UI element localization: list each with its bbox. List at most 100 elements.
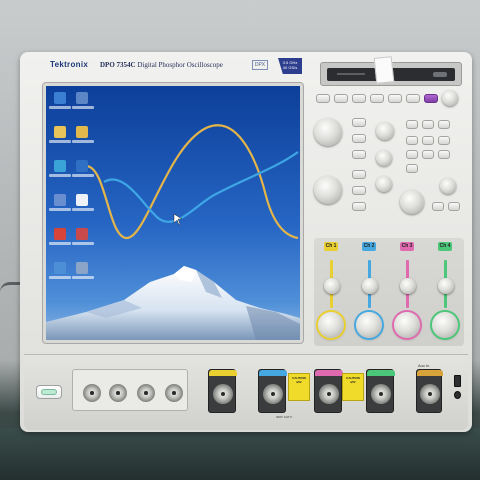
- icon-label: [49, 140, 71, 143]
- caution-label: CAUTION ≤5V: [288, 373, 310, 401]
- channel-4-bnc[interactable]: [371, 384, 391, 404]
- channel-3-input[interactable]: [314, 369, 343, 413]
- photo-scene: Tektronix DPO 7354C Digital Phosphor Osc…: [0, 0, 480, 480]
- folder-icon[interactable]: [76, 126, 88, 138]
- multipurpose-knob[interactable]: [442, 90, 458, 106]
- panel-button[interactable]: [448, 202, 460, 211]
- caution-value: ≤5V: [350, 379, 356, 384]
- network-icon[interactable]: [54, 160, 66, 172]
- spec-badge: 3.5 GHz 40 GS/s: [278, 58, 302, 74]
- icon-label: [49, 242, 71, 245]
- application-icon[interactable]: [76, 160, 88, 172]
- panel-button[interactable]: [352, 202, 366, 211]
- search-knob[interactable]: [376, 150, 392, 166]
- desktop-wallpaper: [46, 86, 300, 340]
- channel-2-input[interactable]: [258, 369, 287, 413]
- channel-2-color-band: [259, 370, 287, 376]
- application-icon[interactable]: [54, 228, 66, 240]
- highlighted-button[interactable]: [424, 94, 438, 103]
- panel-button[interactable]: [432, 202, 444, 211]
- drive-slot: [337, 73, 365, 75]
- channel-3-bnc[interactable]: [319, 384, 339, 404]
- panel-button[interactable]: [316, 94, 330, 103]
- channel-1-scale-knob[interactable]: [318, 312, 344, 338]
- icon-label: [49, 174, 71, 177]
- bnc-connector[interactable]: [109, 384, 127, 402]
- panel-button[interactable]: [352, 94, 366, 103]
- channel-4-scale-knob[interactable]: [432, 312, 458, 338]
- horizontal-position-knob[interactable]: [314, 118, 342, 146]
- panel-button[interactable]: [370, 94, 384, 103]
- usb-port[interactable]: [454, 375, 461, 387]
- control-panel: [312, 90, 466, 240]
- channel-1-button[interactable]: Ch 1: [324, 242, 338, 251]
- channel-1-input[interactable]: [208, 369, 237, 413]
- channel-2-position-knob[interactable]: [362, 278, 378, 294]
- channel-1-position-knob[interactable]: [324, 278, 340, 294]
- channel-3-scale-knob[interactable]: [394, 312, 420, 338]
- icon-label: [72, 106, 94, 109]
- channel-1-color-band: [209, 370, 237, 376]
- shortcut-icon[interactable]: [76, 228, 88, 240]
- channel-3-button[interactable]: Ch 3: [400, 242, 414, 251]
- panel-button[interactable]: [422, 120, 434, 129]
- panel-button[interactable]: [438, 120, 450, 129]
- model-number: DPO 7354C: [100, 61, 136, 69]
- keypad-button[interactable]: [438, 136, 450, 145]
- panel-button[interactable]: [352, 170, 366, 179]
- channel-2-bnc[interactable]: [263, 384, 283, 404]
- shortcut-icon[interactable]: [76, 262, 88, 274]
- computer-icon[interactable]: [54, 92, 66, 104]
- folder-icon[interactable]: [54, 126, 66, 138]
- trigger-level-knob[interactable]: [400, 190, 424, 214]
- channel-2-button[interactable]: Ch 2: [362, 242, 376, 251]
- paper-tag: [373, 56, 395, 84]
- horizontal-scale-knob[interactable]: [314, 176, 342, 204]
- recycle-bin-icon[interactable]: [54, 194, 66, 206]
- bnc-connector[interactable]: [137, 384, 155, 402]
- zoom-knob[interactable]: [376, 176, 392, 192]
- channel-3-position-knob[interactable]: [400, 278, 416, 294]
- panel-button[interactable]: [352, 150, 366, 159]
- panel-button[interactable]: [352, 134, 366, 143]
- panel-button[interactable]: [388, 94, 402, 103]
- panel-button[interactable]: [406, 120, 418, 129]
- power-button[interactable]: [36, 385, 62, 399]
- keypad-button[interactable]: [422, 150, 434, 159]
- bnc-connector[interactable]: [165, 384, 183, 402]
- display-screen[interactable]: [46, 86, 300, 340]
- document-icon[interactable]: [76, 92, 88, 104]
- keypad-button[interactable]: [406, 150, 418, 159]
- aux-input[interactable]: [416, 369, 443, 413]
- eject-button[interactable]: [433, 72, 447, 77]
- model-label: DPO 7354C Digital Phosphor Oscilloscope: [100, 61, 223, 69]
- text-file-icon[interactable]: [76, 194, 88, 206]
- bnc-connector[interactable]: [83, 384, 101, 402]
- panel-button[interactable]: [406, 94, 420, 103]
- channel-4-button[interactable]: Ch 4: [438, 242, 452, 251]
- keypad-button[interactable]: [422, 136, 434, 145]
- icon-label: [72, 242, 94, 245]
- icon-label: [72, 276, 94, 279]
- shortcut-icon[interactable]: [54, 262, 66, 274]
- aux-bnc[interactable]: [420, 384, 440, 404]
- panel-button[interactable]: [352, 118, 366, 127]
- power-led: [41, 389, 57, 395]
- panel-button[interactable]: [352, 186, 366, 195]
- acquisition-knob[interactable]: [440, 178, 456, 194]
- optical-drive[interactable]: [320, 56, 462, 86]
- keypad-button[interactable]: [406, 164, 418, 173]
- keypad-button[interactable]: [438, 150, 450, 159]
- channel-4-input[interactable]: [366, 369, 395, 413]
- probe-comp-terminal[interactable]: [454, 391, 461, 399]
- channel-2-scale-knob[interactable]: [356, 312, 382, 338]
- channel-1-bnc[interactable]: [213, 384, 233, 404]
- icon-label: [49, 276, 71, 279]
- panel-button[interactable]: [334, 94, 348, 103]
- keypad-button[interactable]: [406, 136, 418, 145]
- cursor-knob[interactable]: [376, 122, 394, 140]
- auxiliary-io-plate: [72, 369, 188, 411]
- channel-4-position-knob[interactable]: [438, 278, 454, 294]
- channel-3-color-band: [315, 370, 343, 376]
- icon-label: [49, 106, 71, 109]
